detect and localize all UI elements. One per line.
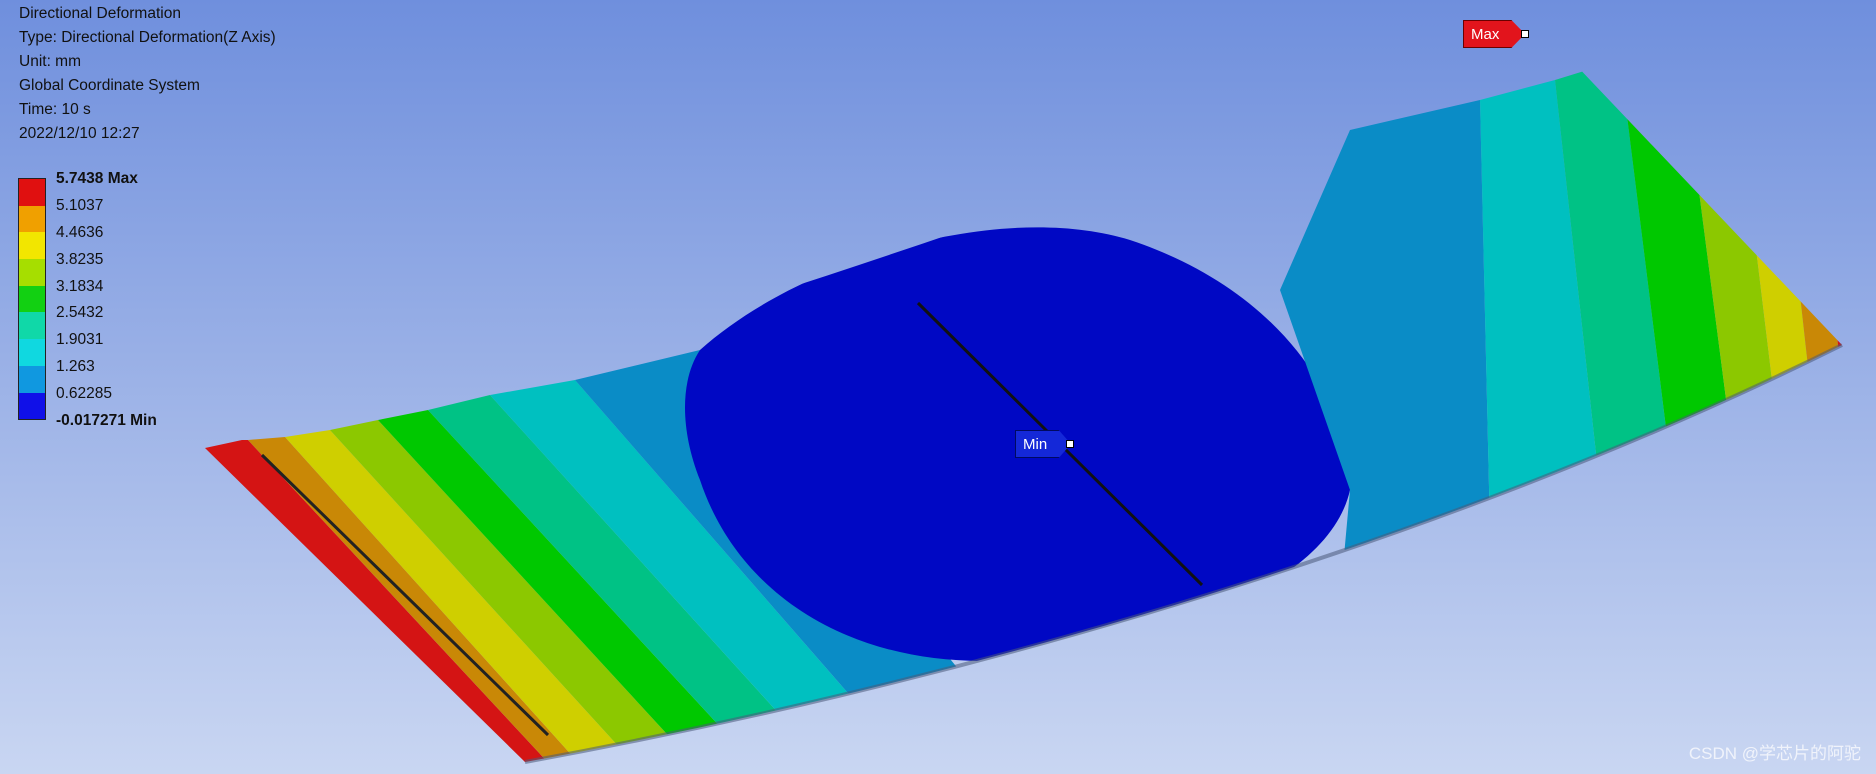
legend-swatch-8 — [19, 365, 45, 393]
legend-swatch-6 — [19, 312, 45, 340]
legend-labels: 5.7438 Max 5.1037 4.4636 3.8235 3.1834 2… — [56, 166, 157, 435]
result-title: Directional Deformation — [19, 5, 181, 22]
coordinate-system: Global Coordinate System — [19, 77, 200, 94]
legend-swatch-7 — [19, 339, 45, 366]
legend-label: 3.1834 — [56, 277, 104, 295]
legend-swatch-5 — [19, 285, 45, 313]
legend-label: 0.62285 — [56, 385, 113, 403]
legend-label: 1.263 — [56, 358, 95, 376]
legend-swatch-4 — [19, 259, 45, 286]
deformation-contour-plot — [205, 22, 1842, 762]
result-unit: Unit: mm — [19, 53, 81, 70]
legend-label: 1.9031 — [56, 331, 104, 349]
legend-swatch-9 — [19, 392, 45, 420]
result-time: Time: 10 s — [19, 101, 91, 118]
watermark-text: CSDN @学芯片的阿驼 — [1688, 744, 1861, 763]
legend-label: 2.5432 — [56, 304, 104, 322]
model-viewport[interactable] — [0, 0, 1876, 774]
legend-label: 5.1037 — [56, 196, 104, 214]
result-timestamp: 2022/12/10 12:27 — [19, 125, 140, 142]
legend-label: 3.8235 — [56, 250, 104, 268]
result-type: Type: Directional Deformation(Z Axis) — [19, 29, 276, 46]
max-probe-marker[interactable] — [1521, 30, 1529, 38]
legend-swatch-1 — [19, 179, 45, 206]
legend-min-label: -0.017271 Min — [56, 412, 157, 430]
legend-max-label: 5.7438 Max — [56, 170, 138, 187]
legend-swatch-2 — [19, 205, 45, 233]
result-info-panel: Directional Deformation Type: Directiona… — [19, 2, 276, 146]
legend-swatch-3 — [19, 232, 45, 260]
min-probe-marker[interactable] — [1066, 440, 1074, 448]
legend-label: 4.4636 — [56, 223, 104, 241]
legend-color-bar — [18, 178, 46, 421]
contour-band-red-right — [1805, 22, 1842, 365]
